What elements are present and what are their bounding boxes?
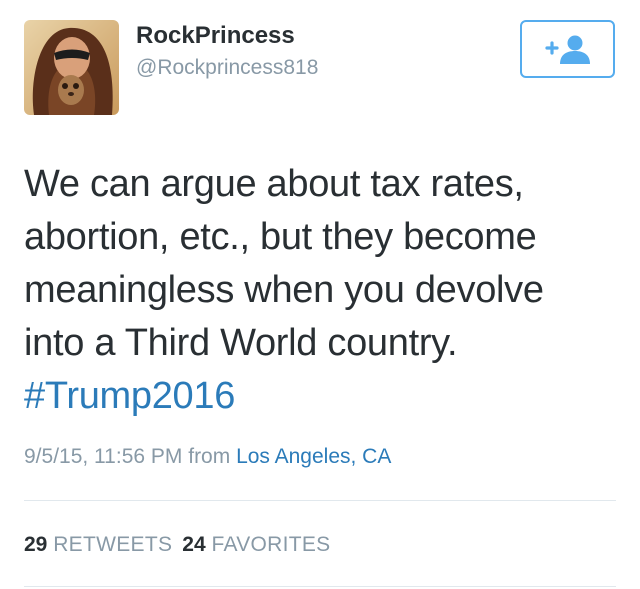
divider [24,586,616,587]
tweet-meta: 9/5/15, 11:56 PM from Los Angeles, CA [24,444,391,470]
tweet-timestamp: 9/5/15, 11:56 PM [24,445,183,468]
avatar-image [24,20,119,115]
display-name[interactable]: RockPrincess [136,22,295,50]
tweet-text: We can argue about tax rates, abortion, … [24,158,624,423]
tweet-stats: 29 RETWEETS 24 FAVORITES [24,532,330,558]
location-link[interactable]: Los Angeles, CA [236,445,391,468]
retweets-label: RETWEETS [53,533,173,556]
favorites-count: 24 [182,533,206,556]
avatar[interactable] [24,20,119,115]
add-user-icon [544,35,590,64]
favorites-label: FAVORITES [211,533,331,556]
divider [24,500,616,501]
tweet-text-line: into a Third World country. [24,322,458,364]
tweet-text-line: abortion, etc., but they become [24,216,537,258]
retweets-count: 29 [24,533,48,556]
tweet-text-line: meaningless when you devolve [24,269,544,311]
retweets-stat[interactable]: 29 RETWEETS [24,533,172,556]
follow-button[interactable] [520,20,615,78]
favorites-stat[interactable]: 24 FAVORITES [182,533,330,556]
user-handle[interactable]: @Rockprincess818 [136,55,318,81]
tweet-text-line: We can argue about tax rates, [24,163,524,205]
hashtag-link[interactable]: #Trump2016 [24,370,624,423]
from-label: from [188,445,231,468]
